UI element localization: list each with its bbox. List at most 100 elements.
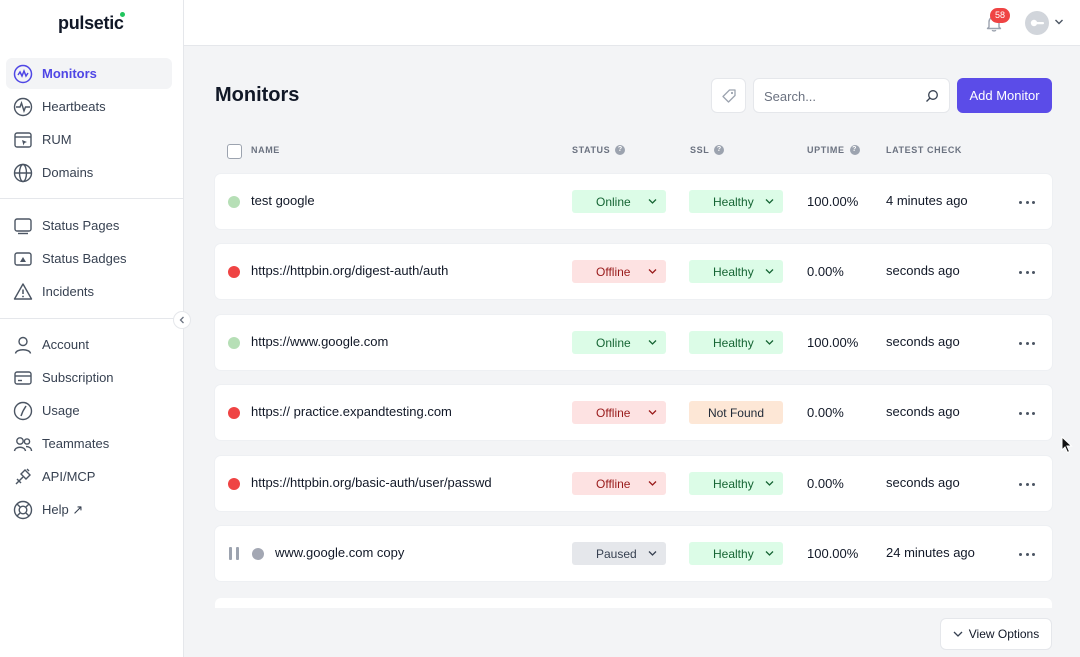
latest-check-value: seconds ago [886,263,960,278]
sidebar-collapse-button[interactable] [173,311,191,329]
more-options-icon[interactable] [1019,194,1035,210]
sidebar-item-label: Help ↗ [42,501,84,517]
mouse-cursor-icon [1061,436,1073,454]
table-row[interactable]: https://www.google.com Online Healthy 10… [215,315,1052,370]
status-dropdown[interactable]: Offline [572,260,666,283]
uptime-value: 0.00% [807,264,844,279]
more-options-icon[interactable] [1019,546,1035,562]
select-all-checkbox[interactable] [227,144,242,159]
chevron-down-icon [765,340,774,345]
more-options-icon[interactable] [1019,264,1035,280]
tag-filter-button[interactable] [711,78,746,113]
column-header-label: STATUS [572,145,611,155]
sidebar-item-label: Status Pages [42,218,120,233]
more-options-icon[interactable] [1019,405,1035,421]
help-icon[interactable]: ? [714,145,725,155]
uptime-value: 0.00% [807,405,844,420]
brand-logo[interactable]: pulsetic [58,12,125,34]
ssl-dropdown[interactable]: Healthy [689,542,783,565]
ssl-value: Healthy [713,264,754,279]
monitor-name[interactable]: https://httpbin.org/digest-auth/auth [251,263,448,278]
column-header-latest-check[interactable]: LATEST CHECK [886,145,962,155]
sidebar-item-status-pages[interactable]: Status Pages [6,210,172,241]
status-page-icon [14,217,32,234]
column-header-label: LATEST CHECK [886,145,963,155]
sidebar-item-account[interactable]: Account [6,329,172,360]
latest-check-value: 24 minutes ago [886,545,975,560]
sidebar-item-heartbeats[interactable]: Heartbeats [6,91,172,122]
table-row[interactable]: https:// practice.expandtesting.com Offl… [215,385,1052,440]
chevron-down-icon [648,551,657,556]
chevron-down-icon[interactable] [1054,17,1064,27]
brand-logo-dot [119,12,125,17]
status-dropdown[interactable]: Offline [572,401,666,424]
sidebar-item-label: Usage [42,403,80,418]
status-dropdown[interactable]: Paused [572,542,666,565]
sidebar-item-incidents[interactable]: Incidents [6,276,172,307]
monitor-name[interactable]: https://httpbin.org/basic-auth/user/pass… [251,475,492,490]
gauge-icon [13,401,33,420]
page-title: Monitors [215,84,300,106]
ssl-dropdown[interactable]: Healthy [689,472,783,495]
status-dropdown[interactable]: Online [572,190,666,213]
status-value: Online [596,335,631,350]
monitor-name[interactable]: test google [251,193,315,208]
sidebar-item-domains[interactable]: Domains [6,157,172,188]
sidebar-item-label: RUM [42,132,72,147]
sidebar-item-status-badges[interactable]: Status Badges [6,243,172,274]
sidebar-item-rum[interactable]: RUM [6,124,172,155]
more-options-icon[interactable] [1019,335,1035,351]
avatar[interactable] [1025,11,1049,35]
ssl-value: Healthy [713,194,754,209]
chevron-down-icon [953,631,963,637]
topbar: 58 [184,0,1080,46]
chevron-down-icon [765,551,774,556]
help-icon[interactable]: ? [615,145,626,155]
status-dot-online [228,337,240,349]
status-dropdown[interactable]: Offline [572,472,666,495]
status-dot-online [228,196,240,208]
column-header-ssl[interactable]: SSL? [690,145,725,155]
sidebar-item-api-mcp[interactable]: API/MCP [6,461,172,492]
status-value: Offline [596,405,631,420]
ssl-dropdown[interactable]: Healthy [689,260,783,283]
monitor-name[interactable]: https:// practice.expandtesting.com [251,404,452,419]
search-box[interactable] [753,78,950,113]
pause-icon[interactable] [229,547,239,560]
sidebar-item-teammates[interactable]: Teammates [6,428,172,459]
sidebar-item-subscription[interactable]: Subscription [6,362,172,393]
search-input[interactable] [764,87,914,105]
monitor-name[interactable]: www.google.com copy [275,545,404,560]
sidebar-item-label: Heartbeats [42,99,106,114]
chevron-down-icon [648,340,657,345]
sidebar-item-monitors[interactable]: Monitors [6,58,172,89]
column-header-name[interactable]: NAME [251,145,280,155]
table-row[interactable]: https://httpbin.org/basic-auth/user/pass… [215,456,1052,511]
search-icon[interactable] [925,89,939,103]
view-options-button[interactable]: View Options [940,618,1052,650]
ssl-dropdown[interactable]: Healthy [689,190,783,213]
latest-check-value: 4 minutes ago [886,193,968,208]
team-icon [13,436,33,451]
sidebar-item-label: Teammates [42,436,110,451]
column-header-uptime[interactable]: UPTIME? [807,145,860,155]
table-row[interactable]: test google Online Healthy 100.00% 4 min… [215,174,1052,229]
column-header-status[interactable]: STATUS? [572,145,626,155]
help-icon[interactable]: ? [849,145,860,155]
table-row[interactable]: https://httpbin.org/digest-auth/auth Off… [215,244,1052,299]
ssl-dropdown[interactable]: Healthy [689,331,783,354]
sidebar-item-help[interactable]: Help ↗ [6,494,172,525]
status-dropdown[interactable]: Online [572,331,666,354]
status-dot-offline [228,478,240,490]
user-icon [14,336,32,354]
table-row[interactable]: www.google.com copy Paused Healthy 100.0… [215,526,1052,581]
monitor-name[interactable]: https://www.google.com [251,334,388,349]
sidebar-divider [0,198,183,199]
tag-icon [721,88,736,103]
chevron-down-icon [648,199,657,204]
chevron-down-icon [765,269,774,274]
more-options-icon[interactable] [1019,476,1035,492]
chevron-down-icon [765,481,774,486]
add-monitor-button[interactable]: Add Monitor [957,78,1052,113]
sidebar-item-usage[interactable]: Usage [6,395,172,426]
